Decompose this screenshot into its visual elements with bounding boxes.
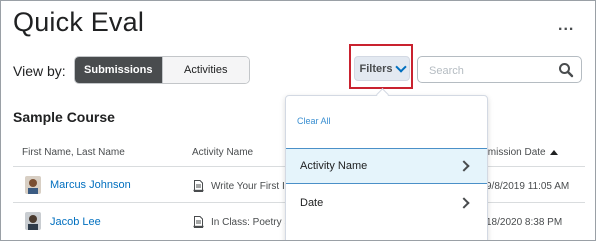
activities-button[interactable]: Activities bbox=[161, 57, 249, 83]
filters-highlight-box bbox=[349, 44, 413, 89]
filter-option-activity-name[interactable]: Activity Name bbox=[286, 148, 487, 184]
view-by-toggle: Submissions Activities bbox=[74, 56, 250, 84]
submission-date: 18/2020 8:38 PM bbox=[486, 217, 563, 228]
view-by-label: View by: bbox=[13, 63, 66, 79]
course-title: Sample Course bbox=[13, 109, 115, 125]
filter-option-date[interactable]: Date bbox=[286, 185, 487, 221]
document-icon bbox=[193, 216, 204, 228]
avatar bbox=[25, 212, 41, 230]
search-box bbox=[417, 56, 582, 83]
student-name-link[interactable]: Marcus Johnson bbox=[50, 179, 131, 191]
submission-date: 9/8/2019 11:05 AM bbox=[486, 181, 570, 192]
sort-ascending-icon bbox=[549, 149, 558, 155]
more-options-icon[interactable]: ... bbox=[558, 18, 574, 34]
activity-name: In Class: Poetry S bbox=[211, 217, 292, 228]
quick-eval-page: Quick Eval ... View by: Submissions Acti… bbox=[0, 0, 596, 241]
filters-dropdown: Clear All Activity Name Date bbox=[285, 95, 488, 240]
submissions-button[interactable]: Submissions bbox=[75, 57, 162, 83]
document-icon bbox=[193, 180, 204, 192]
chevron-right-icon bbox=[458, 160, 470, 172]
search-icon[interactable] bbox=[558, 62, 574, 78]
avatar bbox=[25, 176, 41, 194]
column-header-name[interactable]: First Name, Last Name bbox=[22, 147, 125, 158]
chevron-right-icon bbox=[458, 197, 470, 209]
clear-all-link[interactable]: Clear All bbox=[297, 116, 331, 126]
filter-option-label: Date bbox=[300, 197, 324, 209]
activity-name: Write Your First I bbox=[211, 181, 285, 192]
search-input[interactable] bbox=[427, 61, 551, 80]
filter-option-label: Activity Name bbox=[300, 160, 368, 172]
page-title: Quick Eval bbox=[13, 7, 145, 37]
column-header-activity[interactable]: Activity Name bbox=[192, 147, 253, 158]
student-name-link[interactable]: Jacob Lee bbox=[50, 216, 101, 228]
